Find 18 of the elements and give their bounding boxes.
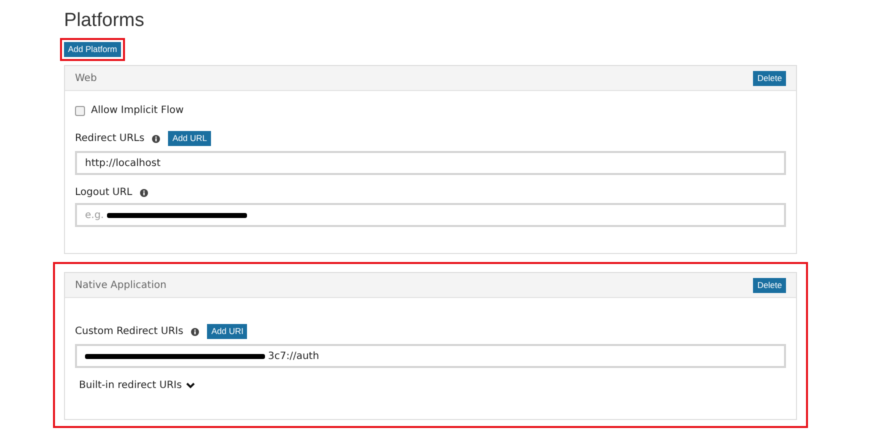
field-label: Custom Redirect URIs: [75, 326, 184, 337]
delete-button[interactable]: Delete: [753, 70, 786, 86]
url-field[interactable]: e.g.: [75, 203, 786, 227]
chevron-icon: [186, 382, 195, 389]
add-url-button[interactable]: Add URI: [207, 324, 248, 339]
checkbox[interactable]: [75, 106, 85, 116]
field-label: Redirect URLs: [75, 133, 144, 144]
delete-button[interactable]: Delete: [753, 278, 786, 292]
page-title: Platforms: [64, 10, 146, 33]
add-url-button[interactable]: Add URL: [168, 131, 211, 146]
platform-name: Web: [75, 72, 97, 84]
platform-name: Native Application: [75, 280, 166, 290]
built-in-uris-toggle[interactable]: Built-in redirect URIs: [79, 380, 195, 405]
add-platform-button[interactable]: Add Platform: [64, 42, 122, 57]
url-field[interactable]: 3c7://auth: [75, 344, 786, 368]
checkbox-label: Allow Implicit Flow: [91, 105, 184, 116]
field-label: Logout URL: [75, 187, 132, 198]
url-field[interactable]: http://localhost: [75, 151, 786, 175]
